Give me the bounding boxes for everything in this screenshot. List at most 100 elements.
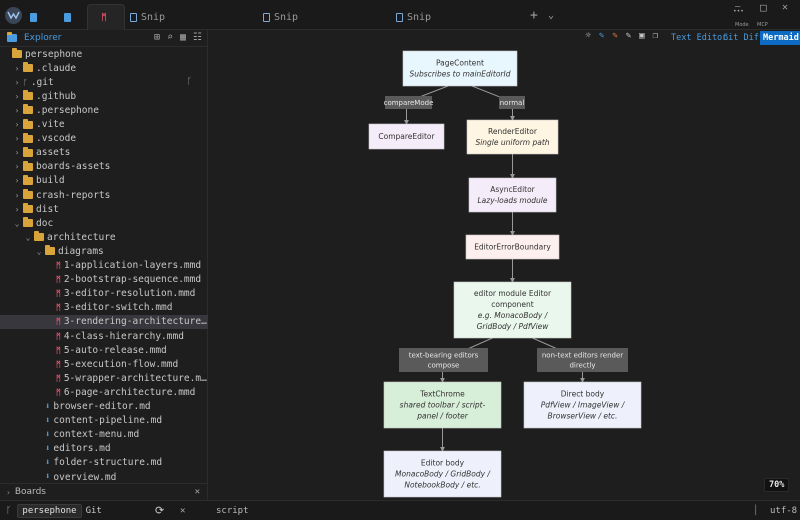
- diagram-node[interactable]: RenderEditor Single uniform path: [466, 119, 559, 155]
- tab-mermaid[interactable]: ᛗ: [87, 4, 125, 30]
- brush-icon[interactable]: ✎: [612, 31, 617, 41]
- tree-item-label: content-pipeline.md: [53, 415, 163, 427]
- document-icon: [64, 12, 71, 22]
- tree-item[interactable]: ᛗ 5-auto-release.mmd: [0, 343, 208, 357]
- tree-item[interactable]: ᛗ 5-execution-flow.mmd: [0, 357, 208, 371]
- collapse-icon[interactable]: ☷: [193, 32, 202, 43]
- diagram-node-text: EditorErrorBoundary: [474, 243, 551, 252]
- tree-item[interactable]: › .vscode: [0, 132, 208, 146]
- zoom-level[interactable]: 70%: [764, 478, 790, 492]
- diagram-node-text: BrowserView / etc.: [548, 412, 618, 421]
- diagram-node[interactable]: AsyncEditor Lazy-loads module: [468, 177, 557, 213]
- tab-snip-3[interactable]: Snip: [396, 4, 431, 30]
- maximize-button[interactable]: □: [760, 0, 767, 22]
- tree-item[interactable]: persephone: [0, 47, 208, 61]
- tree-item[interactable]: › dist: [0, 202, 208, 216]
- tree-item[interactable]: ⬇ context-menu.md: [0, 428, 208, 442]
- mermaid-canvas[interactable]: PageContent Subscribes to mainEditorId Com…: [209, 46, 800, 500]
- tree-item[interactable]: › .vite: [0, 118, 208, 132]
- tree-item[interactable]: ᛗ 3-editor-resolution.mmd: [0, 287, 208, 301]
- tree-item[interactable]: ᛗ 1-application-layers.mmd: [0, 259, 208, 273]
- chevron-right-icon[interactable]: ›: [13, 205, 21, 214]
- chevron-right-icon[interactable]: ›: [13, 191, 21, 200]
- tree-item[interactable]: ᛗ 2-bootstrap-sequence.mmd: [0, 273, 208, 287]
- diagram-node[interactable]: editor module Editor component e.g. Monaco…: [453, 281, 572, 339]
- diagram-node[interactable]: EditorErrorBoundary: [465, 234, 560, 260]
- tab-snip-1[interactable]: Snip: [130, 4, 165, 30]
- tree-item[interactable]: › .claude: [0, 61, 208, 75]
- close-window-button[interactable]: ✕: [782, 0, 788, 22]
- mermaid-button[interactable]: Mermaid: [760, 31, 800, 45]
- chevron-right-icon[interactable]: ›: [13, 106, 21, 115]
- folder-icon: [23, 90, 33, 101]
- tree-item[interactable]: ⌄ diagrams: [0, 244, 208, 258]
- diagram-node[interactable]: PageContent Subscribes to mainEditorId: [402, 50, 518, 87]
- tree-item[interactable]: › .github: [0, 89, 208, 103]
- diagram-node-text: TextChrome: [419, 390, 465, 399]
- chevron-down-icon[interactable]: ⌄: [24, 233, 32, 242]
- mermaid-file-icon: ᛗ: [56, 275, 61, 285]
- tree-item[interactable]: ⌄ architecture: [0, 230, 208, 244]
- panel-icon[interactable]: │: [753, 506, 758, 516]
- app-logo-icon[interactable]: [5, 7, 22, 24]
- diagram-node[interactable]: TextChrome shared toolbar / script-panel …: [383, 381, 502, 429]
- chevron-right-icon[interactable]: ›: [13, 120, 21, 129]
- tab-list-dropdown[interactable]: ⌄: [548, 0, 554, 30]
- diagram-node[interactable]: CompareEditor: [368, 123, 445, 150]
- explorer-title[interactable]: Explorer: [5, 32, 61, 43]
- new-tab-button[interactable]: +: [530, 0, 538, 30]
- tree-item[interactable]: ᛗ 3-rendering-architecture…: [0, 314, 208, 329]
- pencil-icon[interactable]: ✎: [599, 31, 604, 41]
- tab-1[interactable]: [30, 4, 41, 30]
- chevron-right-icon[interactable]: ›: [13, 148, 21, 157]
- encoding-label[interactable]: utf-8: [770, 506, 797, 516]
- chevron-right-icon[interactable]: ›: [13, 64, 21, 73]
- diagram-node[interactable]: Direct body PdfView / ImageView / BrowserV…: [523, 381, 642, 429]
- chevron-down-icon[interactable]: ⌄: [13, 219, 21, 228]
- tree-item[interactable]: ᛗ 4-class-hierarchy.mmd: [0, 329, 208, 343]
- sun-icon[interactable]: ☼: [585, 31, 590, 41]
- tree-item[interactable]: › .persephone: [0, 103, 208, 117]
- tree-item[interactable]: ⬇ folder-structure.md: [0, 456, 208, 470]
- tree-item[interactable]: ⬇ browser-editor.md: [0, 400, 208, 414]
- tree-item[interactable]: ⌄ doc: [0, 216, 208, 230]
- repo-selector[interactable]: persephone: [17, 503, 82, 518]
- mermaid-file-icon: ᛗ: [56, 303, 61, 313]
- tab-snip-2[interactable]: Snip: [263, 4, 298, 30]
- tree-item[interactable]: › build: [0, 174, 208, 188]
- close-git-button[interactable]: ✕: [180, 506, 185, 516]
- chevron-right-icon[interactable]: ›: [13, 162, 21, 171]
- boards-panel-header[interactable]: › Boards ✕: [0, 483, 208, 500]
- git-branch-icon[interactable]: ᚴ: [187, 77, 192, 87]
- tree-item[interactable]: › boards-assets: [0, 160, 208, 174]
- tree-item[interactable]: › assets: [0, 146, 208, 160]
- git-label[interactable]: Git: [86, 506, 102, 516]
- tree-item[interactable]: ᛗ 3-editor-switch.mmd: [0, 301, 208, 315]
- tab-2[interactable]: [64, 4, 75, 30]
- tree-item[interactable]: ᛗ 5-wrapper-architecture.m…: [0, 371, 208, 385]
- tree-item[interactable]: ⬇ overview.md: [0, 470, 208, 483]
- chevron-right-icon[interactable]: ›: [13, 134, 21, 143]
- save-icon[interactable]: ▣: [639, 31, 644, 41]
- tree-item[interactable]: ᛗ 6-page-architecture.mmd: [0, 385, 208, 399]
- copy-icon[interactable]: ❐: [653, 31, 658, 41]
- tree-item[interactable]: › ᚴ .git ᚴ: [0, 75, 208, 89]
- script-label[interactable]: script: [216, 506, 249, 516]
- eraser-icon[interactable]: ✎: [626, 31, 631, 41]
- tree-item[interactable]: ⬇ editors.md: [0, 442, 208, 456]
- sync-icon[interactable]: ⟳: [155, 504, 164, 517]
- chevron-down-icon[interactable]: ⌄: [35, 247, 43, 256]
- grid-icon[interactable]: ▦: [180, 32, 186, 43]
- new-file-icon[interactable]: ⊞: [154, 32, 160, 43]
- chevron-right-icon[interactable]: ›: [13, 78, 21, 87]
- diagram-node[interactable]: Editor body MonacoBody / GridBody / Notebo…: [383, 450, 502, 498]
- tree-item-label: assets: [36, 147, 71, 159]
- search-icon[interactable]: ⌕: [167, 32, 173, 43]
- edge-label-text: compose: [428, 362, 460, 370]
- tree-item[interactable]: ⬇ content-pipeline.md: [0, 414, 208, 428]
- tree-item[interactable]: › crash-reports: [0, 188, 208, 202]
- close-boards-button[interactable]: ✕: [195, 487, 200, 497]
- chevron-right-icon[interactable]: ›: [13, 176, 21, 185]
- chevron-right-icon[interactable]: ›: [13, 92, 21, 101]
- minimize-button[interactable]: —: [735, 0, 740, 22]
